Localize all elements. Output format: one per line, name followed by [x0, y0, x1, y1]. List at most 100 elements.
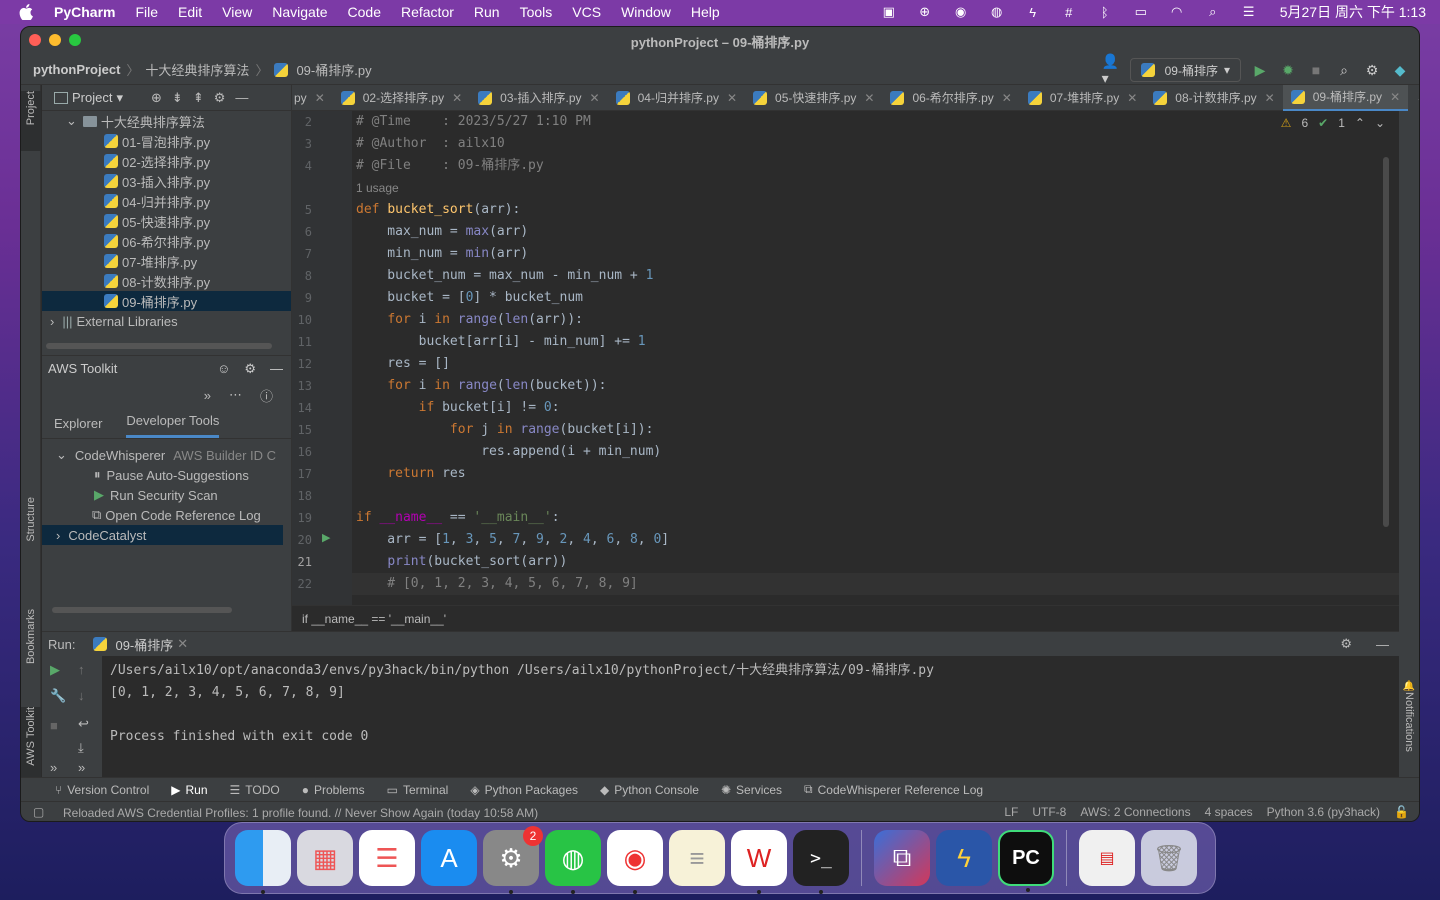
chevron-down-icon[interactable]: ⌄ — [1375, 116, 1385, 130]
wps-office-icon[interactable]: W — [731, 830, 787, 894]
tree-file-row[interactable]: 01-冒泡排序.py — [42, 131, 291, 151]
usage-hint[interactable]: 1 usage — [356, 177, 399, 199]
breadcrumb-project[interactable]: pythonProject — [33, 62, 120, 77]
editor-tab-active[interactable]: 09-桶排序.py ✕ — [1282, 84, 1409, 111]
menu-code[interactable]: Code — [348, 4, 381, 20]
gear-icon[interactable]: ⚙ — [1340, 636, 1352, 652]
bolt-app-icon[interactable]: ϟ — [936, 830, 992, 886]
plus-circle-tray-icon[interactable]: ⊕ — [916, 4, 934, 20]
tree-file-row[interactable]: 03-插入排序.py — [42, 171, 291, 191]
chevron-up-icon[interactable]: ⌃ — [1355, 116, 1365, 130]
locate-file-icon[interactable]: ⊕ — [151, 90, 162, 106]
collapse-all-icon[interactable]: ⇞ — [193, 90, 204, 106]
close-icon[interactable]: ✕ — [590, 91, 600, 105]
chrome-icon[interactable]: ◉ — [607, 830, 663, 894]
tree-file-row[interactable]: 05-快速排序.py — [42, 211, 291, 231]
tab-explorer[interactable]: Explorer — [54, 416, 102, 438]
editor-scrollbar[interactable] — [1383, 157, 1389, 527]
tree-file-row[interactable]: 08-计数排序.py — [42, 271, 291, 291]
zoom-window-button[interactable] — [69, 34, 81, 46]
reminders-icon[interactable]: ☰ — [359, 830, 415, 886]
menu-tools[interactable]: Tools — [520, 4, 553, 20]
tab-project-tool[interactable]: Project — [21, 91, 41, 151]
tab-services[interactable]: ✺ Services — [721, 783, 782, 797]
close-icon[interactable]: ✕ — [1265, 91, 1275, 105]
gear-icon[interactable]: ⚙ — [244, 361, 256, 377]
close-icon[interactable]: ✕ — [1127, 91, 1137, 105]
editor-tab[interactable]: 08-计数排序.py ✕ — [1145, 85, 1282, 111]
menu-navigate[interactable]: Navigate — [272, 4, 327, 20]
editor-tab[interactable]: 06-希尔排序.py ✕ — [882, 85, 1019, 111]
menubar-clock[interactable]: 5月27日 周六 下午 1:13 — [1280, 2, 1426, 22]
menu-run[interactable]: Run — [474, 4, 500, 20]
tab-python-packages[interactable]: ◈ Python Packages — [470, 783, 578, 797]
control-center-icon[interactable]: ☰ — [1240, 4, 1258, 20]
horizontal-scrollbar[interactable] — [46, 343, 272, 349]
trash-icon[interactable]: 🗑 — [1141, 830, 1197, 886]
chevron-double-right-icon[interactable]: » — [50, 760, 57, 775]
chevron-double-right-icon[interactable]: » — [204, 388, 211, 403]
tab-list-chevron-icon[interactable]: ⌄ — [1416, 91, 1419, 105]
menu-help[interactable]: Help — [691, 4, 720, 20]
wrench-icon[interactable]: 🔧 — [50, 688, 66, 704]
tree-file-row[interactable]: 07-堆排序.py — [42, 251, 291, 271]
editor-tab[interactable]: 07-堆排序.py ✕ — [1020, 85, 1145, 111]
finder-icon[interactable] — [235, 830, 291, 894]
editor-tab[interactable]: 03-插入排序.py ✕ — [470, 85, 607, 111]
help-icon[interactable]: ⓘ — [260, 386, 273, 405]
codewhisperer-row[interactable]: ⌄ CodeWhisperer AWS Builder ID C — [42, 445, 291, 465]
editor-tab[interactable]: 04-归并排序.py ✕ — [608, 85, 745, 111]
wps-tray-icon[interactable]: ▣ — [880, 4, 898, 20]
tree-file-row[interactable]: 02-选择排序.py — [42, 151, 291, 171]
tree-folder-row[interactable]: ⌄ 十大经典排序算法 — [42, 111, 291, 131]
tab-problems[interactable]: ● Problems — [302, 783, 365, 797]
horizontal-scrollbar[interactable] — [52, 607, 232, 613]
hide-panel-icon[interactable]: — — [1376, 637, 1389, 652]
app-store-icon[interactable]: A — [421, 830, 477, 886]
indent-indicator[interactable]: 4 spaces — [1205, 805, 1253, 819]
minimize-window-button[interactable] — [49, 34, 61, 46]
code-with-me-icon[interactable]: ◆ — [1391, 61, 1409, 79]
run-configuration-select[interactable]: 09-桶排序 ▾ — [1129, 58, 1241, 82]
code-editor[interactable]: # @Time : 2023/5/27 1:10 PM # @Author : … — [356, 111, 1316, 605]
tab-bookmarks-tool[interactable]: Bookmarks — [21, 609, 41, 695]
parallels-icon[interactable]: ⧉ — [874, 830, 930, 886]
arrow-up-icon[interactable]: ↑ — [78, 662, 85, 677]
run-tab[interactable]: 09-桶排序 ✕ — [93, 635, 188, 654]
line-separator-indicator[interactable]: LF — [1004, 805, 1018, 819]
breadcrumb-file[interactable]: 09-桶排序.py — [296, 60, 371, 79]
wechat-icon[interactable]: ◍ — [545, 830, 601, 894]
apple-icon[interactable] — [16, 2, 36, 22]
close-icon[interactable]: ✕ — [315, 91, 325, 105]
open-reference-log-row[interactable]: ⧉ Open Code Reference Log — [42, 505, 291, 525]
battery-icon[interactable]: ▭ — [1132, 4, 1150, 20]
code-breadcrumb-label[interactable]: if __name__ == '__main__' — [302, 612, 446, 626]
shield-tray-icon[interactable]: ◉ — [952, 4, 970, 20]
panel-toggle-icon[interactable]: ▢ — [33, 805, 44, 819]
terminal-icon[interactable]: >_ — [793, 830, 849, 894]
close-icon[interactable]: ✕ — [452, 91, 462, 105]
interpreter-indicator[interactable]: Python 3.6 (py3hack) — [1267, 805, 1380, 819]
aws-connections-indicator[interactable]: AWS: 2 Connections — [1080, 805, 1190, 819]
expand-all-icon[interactable]: ⇟ — [172, 90, 183, 106]
tab-terminal[interactable]: ▭ Terminal — [387, 783, 449, 797]
run-gutter-icon[interactable]: ▶ — [322, 531, 330, 544]
close-icon[interactable]: ✕ — [864, 91, 874, 105]
stop-icon[interactable]: ■ — [1307, 61, 1325, 79]
lock-icon[interactable]: 🔓 — [1394, 805, 1409, 819]
tab-codewhisperer-reference-log[interactable]: ⧉ CodeWhisperer Reference Log — [804, 782, 983, 797]
soft-wrap-icon[interactable]: ↩ — [78, 716, 89, 732]
downloads-stack-icon[interactable]: ▤ — [1079, 830, 1135, 886]
project-view-select[interactable]: Project ▾ — [54, 90, 123, 106]
close-icon[interactable]: ✕ — [1002, 91, 1012, 105]
menu-vcs[interactable]: VCS — [572, 4, 601, 20]
tree-external-libraries-row[interactable]: › ||| External Libraries — [42, 311, 291, 331]
menu-window[interactable]: Window — [621, 4, 671, 20]
run-icon[interactable]: ▶ — [1251, 61, 1269, 79]
inspection-widget[interactable]: ⚠ 6 ✔ 1 ⌃ ⌄ — [1281, 116, 1385, 130]
search-everywhere-icon[interactable]: ⌕ — [1335, 61, 1353, 79]
pause-suggestions-row[interactable]: ⏸ Pause Auto-Suggestions — [42, 465, 291, 485]
pycharm-icon[interactable]: PC — [998, 830, 1054, 892]
notes-icon[interactable]: ≡ — [669, 830, 725, 886]
editor-tab[interactable]: 05-快速排序.py ✕ — [745, 85, 882, 111]
